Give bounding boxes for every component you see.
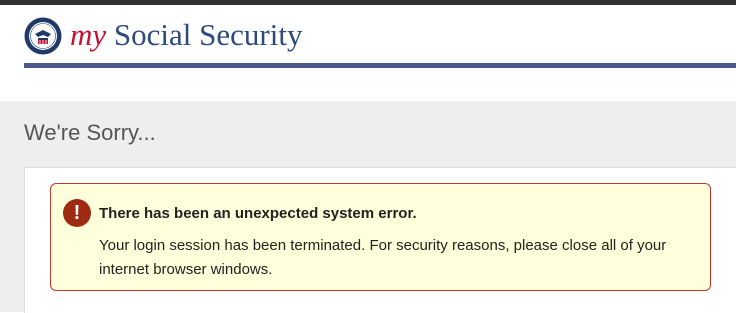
alert-message: Your login session has been terminated. …: [99, 237, 667, 278]
site-header: my Social Security: [0, 5, 736, 101]
error-alert: ! There has been an unexpected system er…: [50, 183, 711, 291]
brand-name: Social Security: [106, 17, 303, 52]
main-content: We're Sorry... ! There has been an unexp…: [0, 101, 736, 313]
alert-title: There has been an unexpected system erro…: [99, 205, 417, 222]
brand-my: my: [70, 17, 107, 52]
content-panel: ! There has been an unexpected system er…: [24, 167, 736, 313]
ssa-seal-icon[interactable]: [24, 17, 62, 55]
page-title: We're Sorry...: [24, 120, 156, 145]
exclamation-icon: !: [63, 199, 91, 227]
site-brand[interactable]: my Social Security: [70, 15, 302, 55]
header-divider: [24, 63, 736, 68]
